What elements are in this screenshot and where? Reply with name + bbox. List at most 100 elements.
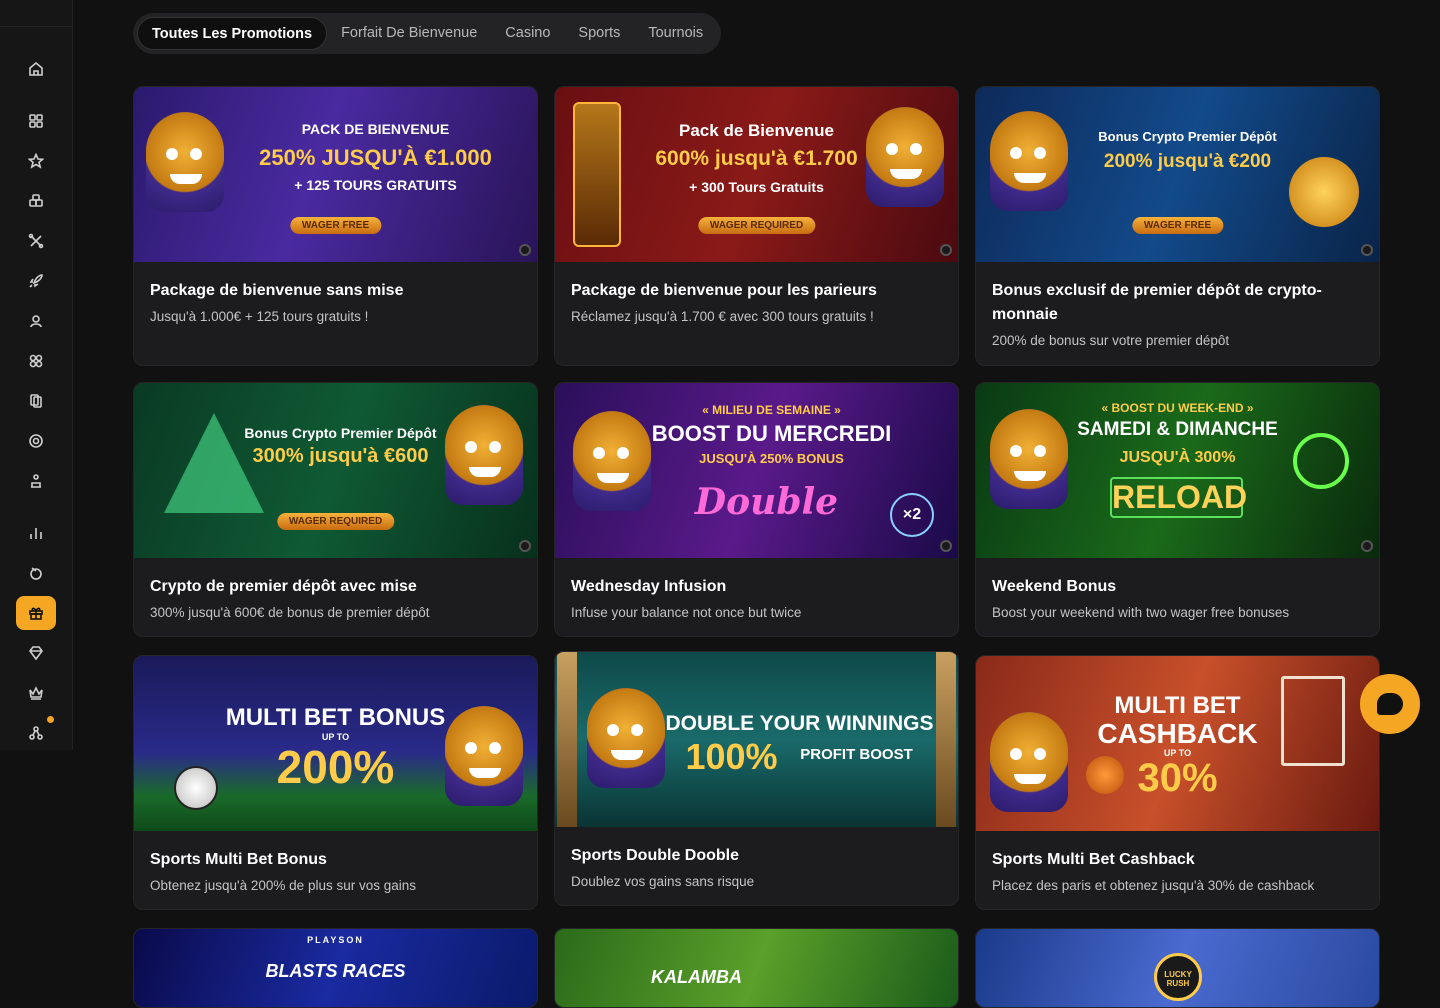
- promo-card-lucky-rush[interactable]: LUCKY RUSH: [975, 928, 1380, 1008]
- pharaoh-mascot-icon: [146, 112, 224, 212]
- reload-arrows-icon: [1293, 433, 1349, 489]
- banner-line3: 200%: [276, 741, 395, 793]
- banner-line3: 30%: [1137, 756, 1218, 800]
- banner-line2: CASHBACK: [1097, 718, 1258, 749]
- chat-bubble-icon: [1377, 693, 1403, 715]
- promo-title: Sports Multi Bet Bonus: [150, 851, 327, 868]
- promo-subtitle: Obtenez jusqu'à 200% de plus sur vos gai…: [150, 878, 416, 893]
- banner-line2: SAMEDI & DIMANCHE: [1077, 419, 1278, 440]
- pharaoh-mascot-icon: [990, 409, 1068, 509]
- promo-banner: MULTI BET BONUS UP TO 200%: [134, 656, 537, 831]
- banner-line1: PLAYSON: [307, 935, 364, 945]
- pharaoh-mascot-icon: [573, 411, 651, 511]
- bitcoin-coin-icon: [1289, 157, 1359, 227]
- banner-line2: 100%: [685, 736, 778, 777]
- podium-icon[interactable]: [16, 464, 56, 498]
- banner-line1: MULTI BET BONUS: [225, 704, 446, 731]
- cross-icon[interactable]: [16, 224, 56, 258]
- pharaoh-mascot-icon: [990, 111, 1068, 211]
- tab-tournaments[interactable]: Tournois: [634, 17, 717, 50]
- chat-button[interactable]: [1360, 674, 1420, 734]
- promo-card-crypto-wager[interactable]: Bonus Crypto Premier Dépôt 300% jusqu'à …: [133, 382, 538, 637]
- sidebar-header: [0, 0, 72, 27]
- tab-welcome-package[interactable]: Forfait De Bienvenue: [327, 17, 491, 50]
- banner-line3: + 300 Tours Gratuits: [689, 179, 824, 195]
- stats-icon[interactable]: [16, 516, 56, 550]
- temple-pillar-left: [557, 652, 577, 827]
- diamond-icon[interactable]: [16, 636, 56, 670]
- promo-subtitle: 300% jusqu'à 600€ de bonus de premier dé…: [150, 605, 430, 620]
- promo-card-weekend[interactable]: « BOOST DU WEEK-END » SAMEDI & DIMANCHE …: [975, 382, 1380, 637]
- promo-card-wednesday[interactable]: « MILIEU DE SEMAINE » BOOST DU MERCREDI …: [554, 382, 959, 637]
- promo-banner: Bonus Crypto Premier Dépôt 200% jusqu'à …: [976, 87, 1379, 262]
- banner-line2: BLASTS RACES: [265, 961, 406, 981]
- sidebar: [0, 0, 73, 750]
- gift-icon[interactable]: [16, 596, 56, 630]
- tab-sports[interactable]: Sports: [564, 17, 634, 50]
- sarcophagus-icon: [573, 102, 621, 247]
- promo-banner: PLAYSON BLASTS RACES: [134, 929, 537, 1007]
- wager-badge: WAGER FREE: [1131, 217, 1224, 234]
- rocket-icon[interactable]: [16, 264, 56, 298]
- dealer-icon[interactable]: [16, 304, 56, 338]
- banner-reload: RELOAD: [1110, 477, 1247, 518]
- pharaoh-mascot-icon: [587, 688, 665, 788]
- network-icon[interactable]: [16, 716, 56, 750]
- info-dot-icon: [940, 244, 952, 256]
- banner-line1: Bonus Crypto Premier Dépôt: [1098, 129, 1277, 144]
- banner-line3: PROFIT BOOST: [800, 746, 913, 763]
- banner-line1: PACK DE BIENVENUE: [301, 121, 450, 137]
- sports-ball-icon[interactable]: [16, 556, 56, 590]
- cards-icon[interactable]: [16, 384, 56, 418]
- puzzle-icon[interactable]: [16, 344, 56, 378]
- promo-title: Package de bienvenue pour les parieurs: [571, 282, 877, 299]
- promo-card-multi-bet-bonus[interactable]: MULTI BET BONUS UP TO 200% Sports Multi …: [133, 655, 538, 910]
- promo-card-crypto-first-deposit[interactable]: Bonus Crypto Premier Dépôt 200% jusqu'à …: [975, 86, 1380, 366]
- promo-card-kalamba[interactable]: KALAMBA: [554, 928, 959, 1008]
- promo-banner: MULTI BET CASHBACK UP TO 30%: [976, 656, 1379, 831]
- promo-banner: LUCKY RUSH: [976, 929, 1379, 1007]
- promo-card-welcome-no-wager[interactable]: PACK DE BIENVENUE 250% JUSQU'À €1.000 + …: [133, 86, 538, 366]
- temple-pillar-right: [936, 652, 956, 827]
- banner-line3: JUSQU'À 250% BONUS: [699, 451, 844, 466]
- promo-subtitle: Réclamez jusqu'à 1.700 € avec 300 tours …: [571, 309, 874, 324]
- promo-subtitle: Boost your weekend with two wager free b…: [992, 605, 1290, 620]
- info-dot-icon: [1361, 540, 1373, 552]
- promo-subtitle: Jusqu'à 1.000€ + 125 tours gratuits !: [150, 309, 369, 324]
- banner-line2: 300% jusqu'à €600: [252, 445, 429, 467]
- roulette-icon[interactable]: [16, 424, 56, 458]
- pharaoh-mascot-icon: [445, 405, 523, 505]
- home-icon[interactable]: [16, 52, 56, 86]
- grid-icon[interactable]: [16, 104, 56, 138]
- banner-line2: 600% jusqu'à €1.700: [655, 147, 858, 170]
- promo-card-welcome-bettors[interactable]: Pack de Bienvenue 600% jusqu'à €1.700 + …: [554, 86, 959, 366]
- promo-title: Crypto de premier dépôt avec mise: [150, 578, 417, 595]
- promo-banner: PACK DE BIENVENUE 250% JUSQU'À €1.000 + …: [134, 87, 537, 262]
- tab-casino[interactable]: Casino: [491, 17, 564, 50]
- promo-banner: « MILIEU DE SEMAINE » BOOST DU MERCREDI …: [555, 383, 958, 558]
- banner-line1: « BOOST DU WEEK-END »: [1101, 401, 1254, 415]
- promo-card-playson-races[interactable]: PLAYSON BLASTS RACES: [133, 928, 538, 1008]
- banner-script: Double: [694, 481, 839, 523]
- banner-line1: « MILIEU DE SEMAINE »: [702, 403, 841, 417]
- promo-banner: KALAMBA: [555, 929, 958, 1007]
- promo-card-double-dooble[interactable]: DOUBLE YOUR WINNINGS 100% PROFIT BOOST S…: [554, 651, 959, 906]
- banner-line3: JUSQU'À 300%: [1119, 449, 1236, 466]
- promo-banner: DOUBLE YOUR WINNINGS 100% PROFIT BOOST: [555, 652, 958, 827]
- banner-line1: MULTI BET: [1114, 692, 1241, 719]
- promo-title: Bonus exclusif de premier dépôt de crypt…: [992, 282, 1322, 323]
- promo-subtitle: Placez des paris et obtenez jusqu'à 30% …: [992, 878, 1315, 893]
- dice-icon[interactable]: [16, 184, 56, 218]
- banner-line2: 200% jusqu'à €200: [1103, 151, 1272, 172]
- promo-title: Sports Multi Bet Cashback: [992, 851, 1195, 868]
- banner-line2: BOOST DU MERCREDI: [651, 421, 892, 446]
- promo-banner: Bonus Crypto Premier Dépôt 300% jusqu'à …: [134, 383, 537, 558]
- promo-banner: « BOOST DU WEEK-END » SAMEDI & DIMANCHE …: [976, 383, 1379, 558]
- crown-icon[interactable]: [16, 676, 56, 710]
- promo-title: Weekend Bonus: [992, 578, 1117, 595]
- banner-line1: DOUBLE YOUR WINNINGS: [665, 712, 934, 735]
- tab-all-promotions[interactable]: Toutes Les Promotions: [137, 17, 328, 50]
- star-icon[interactable]: [16, 144, 56, 178]
- promo-title: Sports Double Dooble: [571, 847, 739, 864]
- promo-card-multi-bet-cashback[interactable]: MULTI BET CASHBACK UP TO 30% Sports Mult…: [975, 655, 1380, 910]
